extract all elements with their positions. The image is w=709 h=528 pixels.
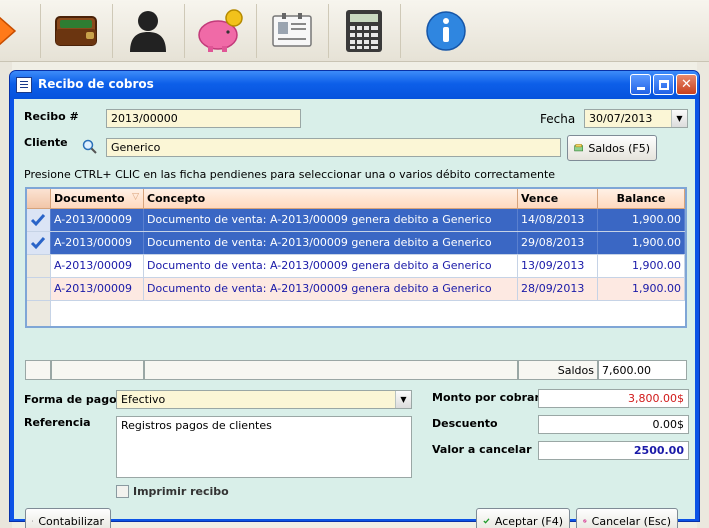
- cell-documento: A-2013/00009: [51, 255, 144, 277]
- arrow-icon[interactable]: [0, 2, 40, 60]
- row-selector-empty: [27, 301, 51, 326]
- imprimir-checkbox[interactable]: [116, 485, 129, 498]
- chevron-down-icon[interactable]: ▼: [671, 110, 687, 127]
- saldos-button-label: Saldos (F5): [588, 141, 650, 155]
- maximize-button[interactable]: [653, 74, 674, 95]
- column-header-concepto[interactable]: Concepto: [144, 189, 518, 209]
- monto-label: Monto por cobrar: [432, 391, 540, 404]
- aceptar-label: Aceptar (F4): [494, 514, 563, 528]
- saldos-total-value: 7,600.00: [598, 360, 687, 380]
- cell-documento: A-2013/00009: [51, 209, 144, 231]
- dialog-title: Recibo de cobros: [38, 77, 154, 91]
- cell-concepto: Documento de venta: A-2013/00009 genera …: [144, 255, 518, 277]
- recibo-input[interactable]: 2013/00000: [106, 109, 301, 128]
- cell-balance: 1,900.00: [598, 278, 685, 300]
- calculator-icon[interactable]: [329, 2, 399, 60]
- close-icon: ✕: [681, 77, 692, 92]
- cell-concepto: Documento de venta: A-2013/00009 genera …: [144, 232, 518, 254]
- minimize-icon: [636, 87, 645, 90]
- hint-text: Presione CTRL+ CLIC en las ficha pendien…: [24, 168, 556, 181]
- column-header-vence[interactable]: Vence: [518, 189, 598, 209]
- piggy-bank-icon[interactable]: [185, 2, 255, 60]
- grid-corner: [27, 189, 51, 209]
- cell-balance: 1,900.00: [598, 209, 685, 231]
- cancelar-button[interactable]: Cancelar (Esc): [576, 508, 678, 528]
- ledger-icon: [32, 520, 34, 522]
- dialog-titlebar[interactable]: Recibo de cobros ✕: [10, 71, 699, 99]
- descuento-field[interactable]: 0.00$: [538, 415, 689, 434]
- row-check-icon[interactable]: [27, 209, 51, 231]
- forma-pago-select[interactable]: Efectivo ▼: [116, 390, 412, 409]
- cliente-label: Cliente: [24, 136, 68, 149]
- search-icon[interactable]: [82, 139, 98, 158]
- cell-balance: 1,900.00: [598, 255, 685, 277]
- column-header-documento[interactable]: Documento ▽: [51, 189, 144, 209]
- documents-grid[interactable]: Documento ▽ Concepto Vence Balance A-201…: [25, 187, 687, 328]
- dialog-body: Recibo # 2013/00000 Fecha 30/07/2013 ▼ C…: [14, 99, 695, 528]
- table-row[interactable]: A-2013/00009 Documento de venta: A-2013/…: [27, 255, 685, 278]
- recibo-label: Recibo #: [24, 110, 79, 123]
- footer-cell: [25, 360, 51, 380]
- app-toolbar: [0, 0, 709, 62]
- contabilizar-button[interactable]: Contabilizar: [25, 508, 111, 528]
- column-header-balance[interactable]: Balance: [598, 189, 685, 209]
- referencia-textarea[interactable]: Registros pagos de clientes: [116, 416, 412, 478]
- form-icon: [16, 77, 32, 93]
- monto-field[interactable]: 3,800.00$: [538, 389, 689, 408]
- row-check-icon[interactable]: [27, 232, 51, 254]
- table-row[interactable]: A-2013/00009 Documento de venta: A-2013/…: [27, 209, 685, 232]
- forma-pago-value: Efectivo: [121, 393, 166, 406]
- row-selector[interactable]: [27, 278, 51, 300]
- cell-vence: 28/09/2013: [518, 278, 598, 300]
- cell-documento: A-2013/00009: [51, 278, 144, 300]
- contact-card-icon[interactable]: [257, 2, 327, 60]
- valor-field[interactable]: 2500.00: [538, 441, 689, 460]
- cancelar-label: Cancelar (Esc): [591, 514, 671, 528]
- cell-documento: A-2013/00009: [51, 232, 144, 254]
- minimize-button[interactable]: [630, 74, 651, 95]
- sort-icon: ▽: [132, 192, 139, 202]
- aceptar-button[interactable]: Aceptar (F4): [476, 508, 570, 528]
- fecha-label: Fecha: [540, 112, 576, 126]
- cliente-input[interactable]: Generico: [106, 138, 561, 157]
- grid-footer: Saldos 7,600.00: [25, 360, 687, 380]
- fecha-combo[interactable]: 30/07/2013 ▼: [584, 109, 688, 128]
- chevron-down-icon[interactable]: ▼: [395, 391, 411, 408]
- cell-concepto: Documento de venta: A-2013/00009 genera …: [144, 209, 518, 231]
- footer-cell: [144, 360, 518, 380]
- forma-pago-label: Forma de pago: [24, 393, 117, 406]
- referencia-label: Referencia: [24, 416, 91, 429]
- maximize-icon: [658, 79, 669, 90]
- imprimir-label: Imprimir recibo: [133, 485, 229, 498]
- close-button[interactable]: ✕: [676, 74, 697, 95]
- cell-vence: 13/09/2013: [518, 255, 598, 277]
- fecha-value: 30/07/2013: [589, 112, 653, 125]
- footer-cell: [51, 360, 144, 380]
- table-row[interactable]: A-2013/00009 Documento de venta: A-2013/…: [27, 278, 685, 301]
- saldos-icon: [574, 144, 584, 152]
- info-icon[interactable]: [411, 2, 481, 60]
- descuento-label: Descuento: [432, 417, 498, 430]
- cell-vence: 14/08/2013: [518, 209, 598, 231]
- valor-label: Valor a cancelar: [432, 443, 532, 456]
- cell-vence: 29/08/2013: [518, 232, 598, 254]
- user-icon[interactable]: [113, 2, 183, 60]
- cell-balance: 1,900.00: [598, 232, 685, 254]
- saldos-button[interactable]: Saldos (F5): [567, 135, 657, 161]
- wallet-icon[interactable]: [41, 2, 111, 60]
- table-row[interactable]: A-2013/00009 Documento de venta: A-2013/…: [27, 232, 685, 255]
- cancel-icon: [583, 519, 587, 523]
- row-selector[interactable]: [27, 255, 51, 277]
- contabilizar-label: Contabilizar: [38, 514, 104, 528]
- recibo-dialog: Recibo de cobros ✕ Recibo # 2013/00000 F…: [9, 70, 700, 528]
- cell-concepto: Documento de venta: A-2013/00009 genera …: [144, 278, 518, 300]
- check-icon: [483, 518, 490, 524]
- saldos-total-label: Saldos: [518, 360, 598, 380]
